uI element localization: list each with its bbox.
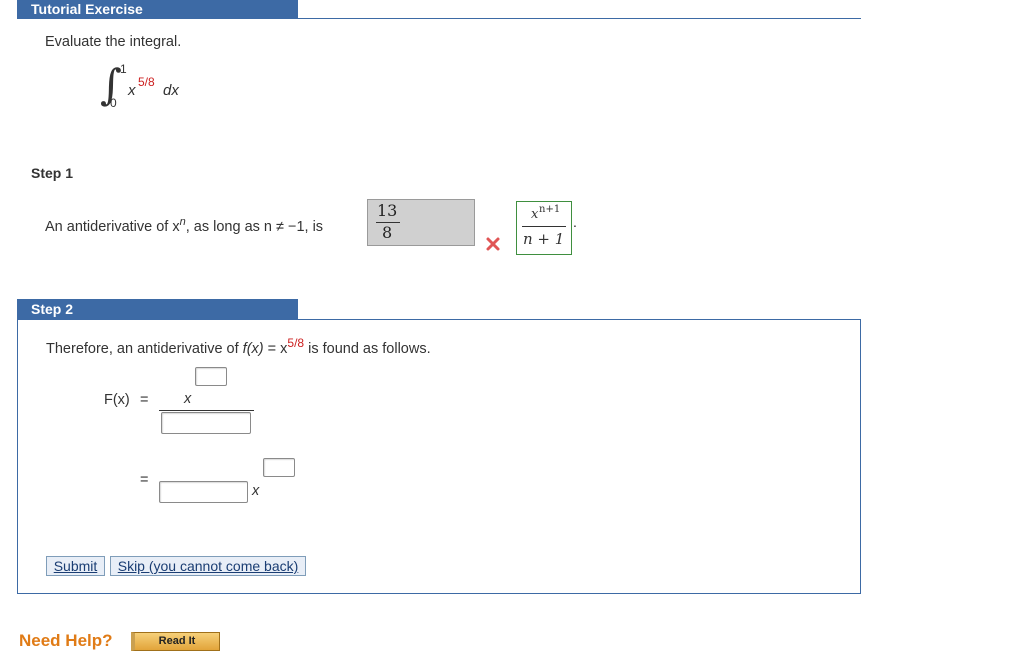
step1-text-before: An antiderivative of x (45, 218, 180, 235)
incorrect-icon (485, 236, 501, 252)
upper-limit: 1 (120, 62, 127, 76)
Fx-fraction-line (159, 410, 254, 411)
need-help-label: Need Help? (19, 631, 113, 650)
step1-period: . (573, 214, 577, 230)
Fx-label: F(x) (104, 392, 130, 408)
problem-prompt: Evaluate the integral. (45, 34, 182, 50)
correct-denominator: n + 1 (523, 230, 565, 248)
header-divider (17, 18, 861, 19)
step1-answer-box[interactable]: 13 8 (367, 199, 475, 246)
read-it-button[interactable]: Read It (131, 632, 220, 651)
lower-limit: 0 (110, 96, 117, 110)
integral-expression: ∫ 1 0 x 5/8 dx (100, 62, 220, 117)
integrand-exponent: 5/8 (138, 75, 155, 89)
step2-text-before: Therefore, an antiderivative of (46, 340, 243, 357)
step1-text: An antiderivative of xn, as long as n ≠ … (45, 216, 323, 235)
correct-fraction-line (522, 226, 566, 227)
skip-button[interactable]: Skip (you cannot come back) (110, 556, 306, 576)
step2-tab: Step 2 (17, 299, 298, 319)
exponent-input-1[interactable] (195, 367, 227, 386)
step1-answer-denominator: 8 (382, 223, 393, 242)
step2-exponent: 5/8 (287, 336, 305, 350)
step2-fx: f(x) (242, 340, 264, 357)
coefficient-input[interactable] (159, 481, 248, 503)
correct-numerator-exp: n+1 (539, 204, 561, 215)
Fx-equals: = (140, 392, 149, 408)
differential: dx (163, 82, 179, 99)
exponent-input-2[interactable] (263, 458, 295, 477)
step1-answer-numerator: 13 (377, 201, 398, 220)
tutorial-exercise-tab: Tutorial Exercise (17, 0, 298, 18)
tutorial-exercise-title: Tutorial Exercise (31, 1, 143, 17)
step2-text-after: is found as follows. (304, 340, 431, 357)
submit-button[interactable]: Submit (46, 556, 105, 576)
step2-eq: = x (263, 340, 288, 357)
step1-text-after: , as long as n ≠ −1, is (185, 218, 324, 235)
step2-text: Therefore, an antiderivative of f(x) = x… (46, 336, 431, 357)
denominator-input[interactable] (161, 412, 251, 434)
second-equals: = (140, 472, 149, 488)
integrand-base: x (128, 82, 136, 99)
second-x: x (252, 483, 260, 499)
step1-label: Step 1 (31, 165, 74, 181)
step2-panel (17, 319, 861, 594)
step2-label: Step 2 (31, 301, 74, 317)
numerator-x: x (184, 391, 192, 407)
correct-numerator-base: x (531, 207, 539, 222)
correct-answer-box: x n+1 n + 1 (516, 201, 572, 255)
